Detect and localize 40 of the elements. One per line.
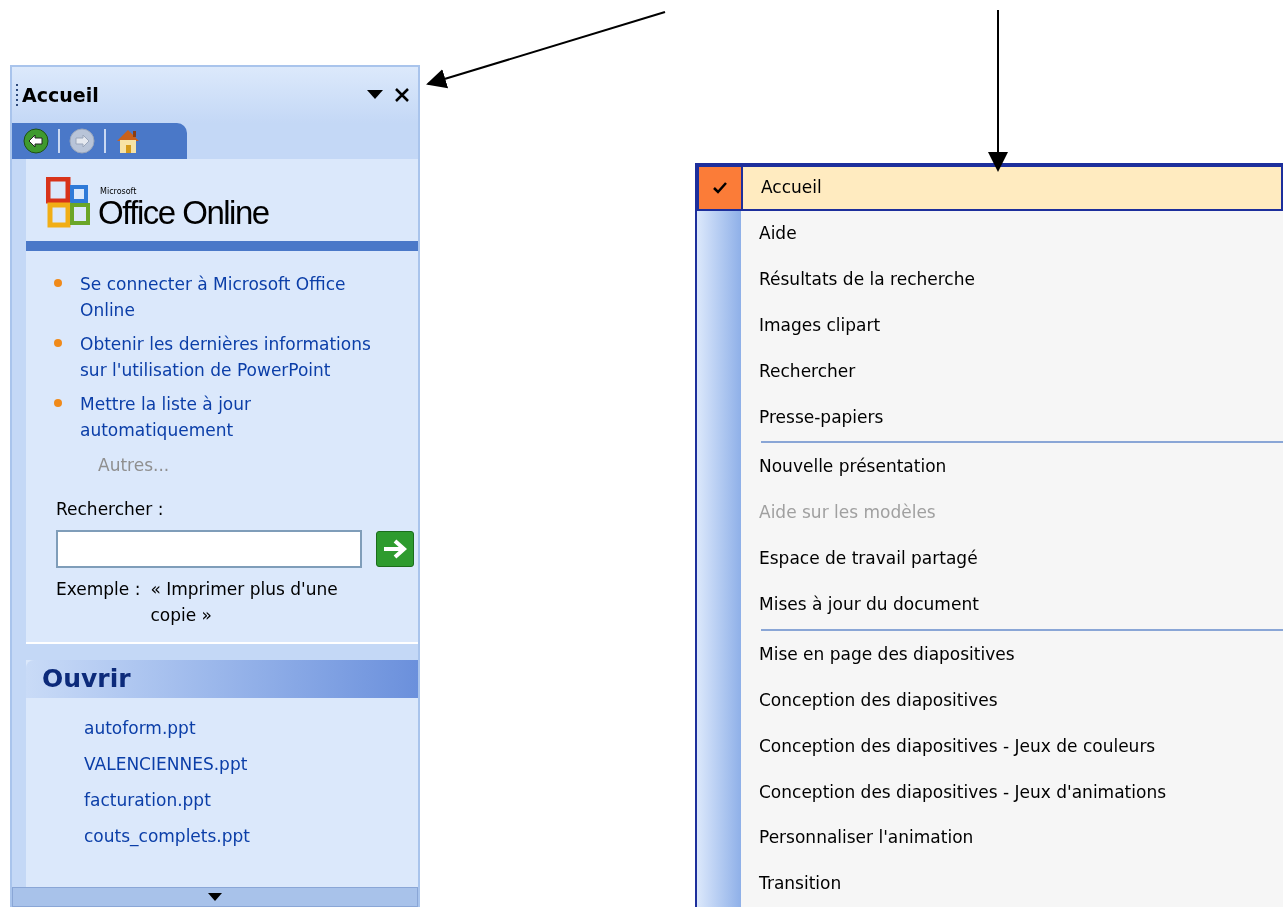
bullet-icon xyxy=(54,279,62,287)
home-icon xyxy=(115,128,141,154)
logo-small-text: Microsoft xyxy=(100,188,138,196)
bullet-icon xyxy=(54,399,62,407)
menu-item[interactable]: Transition xyxy=(697,861,1283,907)
bullet-icon xyxy=(54,339,62,347)
menu-item[interactable]: Mise en page des diapositives xyxy=(697,631,1283,678)
menu-item[interactable]: Résultats de la recherche xyxy=(697,256,1283,303)
menu-item[interactable]: Conception des diapositives - Jeux de couleurs xyxy=(697,723,1283,770)
file-link[interactable]: facturation.ppt xyxy=(84,786,211,814)
pane-title: Accueil xyxy=(22,82,100,108)
link[interactable]: Se connecter à Microsoft Office Online xyxy=(80,271,380,323)
go-button[interactable] xyxy=(376,531,414,567)
example-text: « Imprimer plus d'une copie » xyxy=(150,578,339,627)
menu-item[interactable]: Images clipart xyxy=(697,302,1283,349)
menu-item[interactable]: Accueil xyxy=(697,165,1283,211)
search-label: Rechercher : xyxy=(56,497,165,521)
menu-item[interactable]: Conception des diapositives xyxy=(697,677,1283,724)
menu-item[interactable]: Presse-papiers xyxy=(697,394,1283,441)
menu-item[interactable]: Mises à jour du document xyxy=(697,581,1283,628)
back-button[interactable] xyxy=(22,127,50,155)
search-field[interactable] xyxy=(56,530,362,568)
menu-item[interactable]: Rechercher xyxy=(697,348,1283,395)
menu-item[interactable]: Aide xyxy=(697,210,1283,257)
section-header: Ouvrir xyxy=(26,660,418,698)
logo-text: Office Online xyxy=(98,196,269,229)
caret-icon xyxy=(208,893,222,901)
menu-item[interactable]: Personnaliser l'animation xyxy=(697,815,1283,862)
menu-item[interactable]: Espace de travail partagé xyxy=(697,536,1283,582)
close-icon xyxy=(395,88,409,102)
link[interactable]: Mettre la liste à jour automatiquement xyxy=(80,391,380,443)
example-label: Exemple : xyxy=(56,578,141,601)
link[interactable]: Obtenir les dernières informations sur l'utilisation de PowerPoint xyxy=(80,331,380,383)
menu-item[interactable]: Conception des diapositives - Jeux d'animations xyxy=(697,769,1283,816)
file-link[interactable]: VALENCIENNES.ppt xyxy=(84,750,248,778)
file-link[interactable]: couts_complets.ppt xyxy=(84,822,250,850)
arrow-right-icon xyxy=(382,538,408,560)
menu-item[interactable]: Nouvelle présentation xyxy=(697,444,1283,491)
caret-icon xyxy=(367,90,383,100)
file-link[interactable]: autoform.ppt xyxy=(84,714,196,742)
